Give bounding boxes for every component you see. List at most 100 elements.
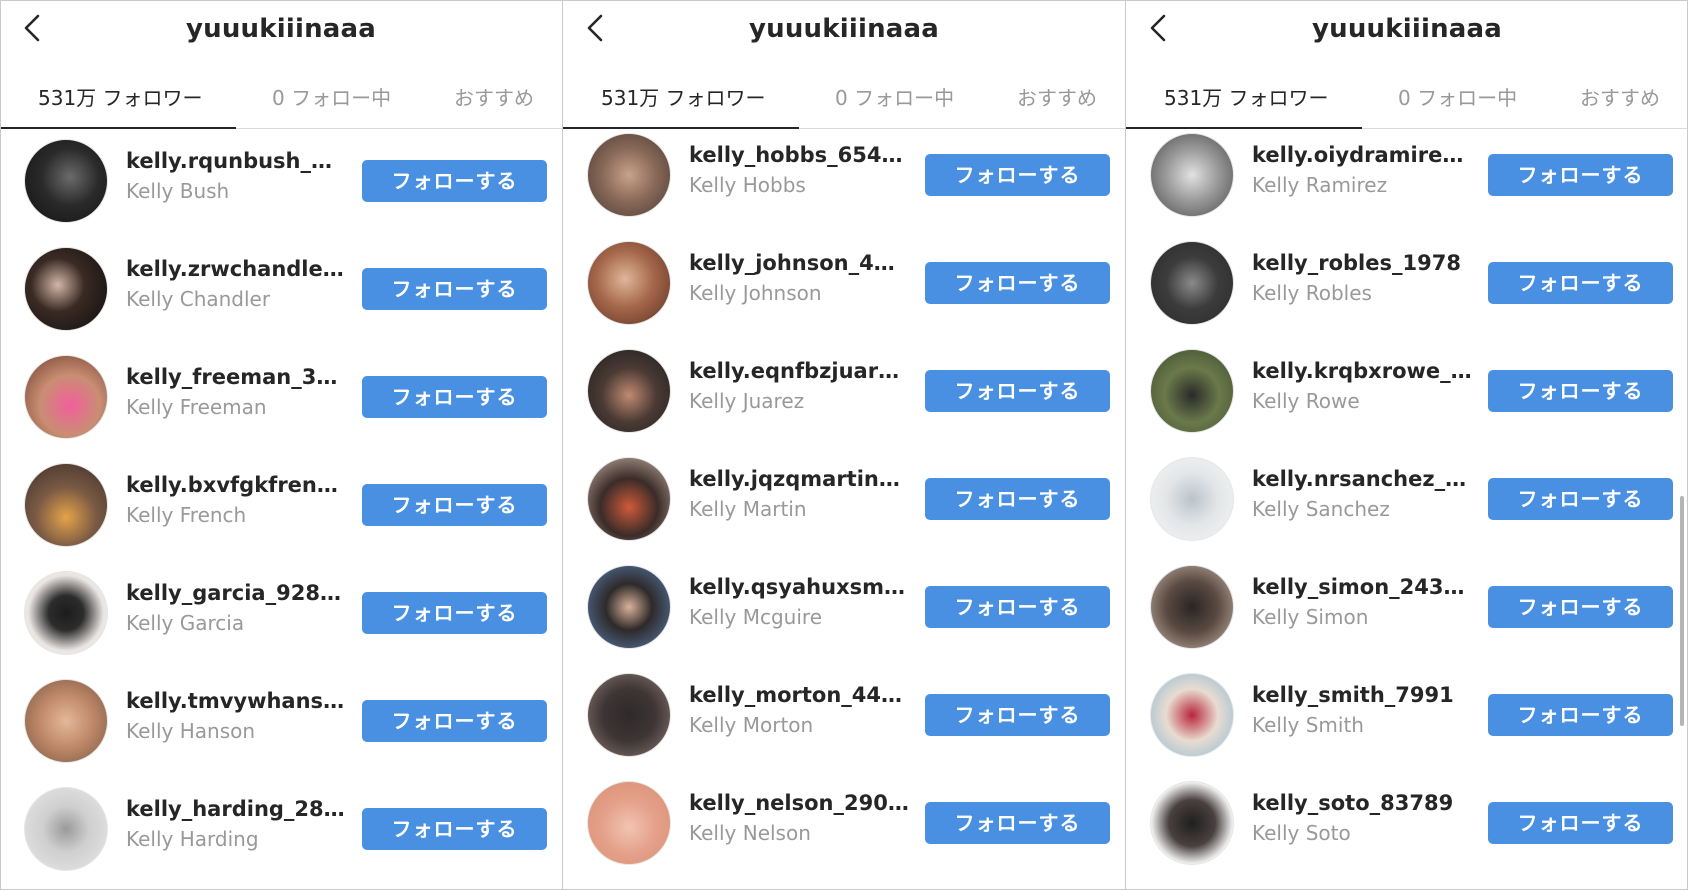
list-item[interactable]: kelly_garcia_92841 Kelly Garcia フォローする xyxy=(0,561,562,669)
follow-button[interactable]: フォローする xyxy=(925,694,1110,736)
follow-button[interactable]: フォローする xyxy=(1488,478,1673,520)
list-item[interactable]: kelly_morton_44594 Kelly Morton フォローする xyxy=(563,663,1125,771)
avatar[interactable] xyxy=(24,247,108,331)
follow-button[interactable]: フォローする xyxy=(1488,694,1673,736)
follow-button[interactable]: フォローする xyxy=(1488,802,1673,844)
full-name: Kelly Smith xyxy=(1252,713,1364,737)
avatar[interactable] xyxy=(587,673,671,757)
follow-button[interactable]: フォローする xyxy=(1488,370,1673,412)
avatar[interactable] xyxy=(24,679,108,763)
username[interactable]: kelly_robles_1978 xyxy=(1252,251,1472,275)
follow-button[interactable]: フォローする xyxy=(925,262,1110,304)
username[interactable]: kelly_hobbs_65419 xyxy=(689,143,909,167)
avatar[interactable] xyxy=(587,457,671,541)
avatar[interactable] xyxy=(587,133,671,217)
username[interactable]: kelly.qsyahuxsmc... xyxy=(689,575,909,599)
list-item[interactable]: kelly.oiydramirez_... Kelly Ramirez フォロー… xyxy=(1126,123,1688,231)
list-item[interactable]: kelly_harding_280... Kelly Harding フォローす… xyxy=(0,777,562,885)
username[interactable]: kelly.bxvfgkfrench... xyxy=(126,473,346,497)
username[interactable]: kelly.zrwchandler_... xyxy=(126,257,346,281)
tab-following[interactable]: 0 フォロー中 xyxy=(272,82,391,111)
list-item[interactable]: kelly.zrwchandler_... Kelly Chandler フォロ… xyxy=(0,237,562,345)
avatar[interactable] xyxy=(1150,133,1234,217)
avatar[interactable] xyxy=(24,463,108,547)
list-item[interactable]: kelly.nrsanchez_7... Kelly Sanchez フォローす… xyxy=(1126,447,1688,555)
full-name: Kelly French xyxy=(126,503,247,527)
tab-bar: 531万 フォロワー 0 フォロー中 おすすめ xyxy=(563,60,1125,129)
username[interactable]: kelly_harding_280... xyxy=(126,797,346,821)
follow-button[interactable]: フォローする xyxy=(362,160,547,202)
scrollbar[interactable] xyxy=(1680,496,1684,726)
username[interactable]: kelly.krqbxrowe_9... xyxy=(1252,359,1472,383)
avatar[interactable] xyxy=(1150,673,1234,757)
tab-suggested[interactable]: おすすめ xyxy=(1017,82,1097,111)
followers-panel-2: yuuukiiinaaa 531万 フォロワー 0 フォロー中 おすすめ kel… xyxy=(563,0,1125,890)
avatar[interactable] xyxy=(1150,781,1234,865)
list-item[interactable]: kelly.krqbxrowe_9... Kelly Rowe フォローする xyxy=(1126,339,1688,447)
tab-suggested[interactable]: おすすめ xyxy=(1580,82,1660,111)
avatar[interactable] xyxy=(1150,565,1234,649)
list-item[interactable]: kelly_simon_24320 Kelly Simon フォローする xyxy=(1126,555,1688,663)
avatar[interactable] xyxy=(1150,457,1234,541)
follow-button[interactable]: フォローする xyxy=(925,802,1110,844)
username[interactable]: kelly_johnson_436... xyxy=(689,251,909,275)
list-item[interactable]: kelly.qsyahuxsmc... Kelly Mcguire フォローする xyxy=(563,555,1125,663)
username[interactable]: kelly_morton_44594 xyxy=(689,683,909,707)
list-item[interactable]: kelly.eqnfbzjuarez... Kelly Juarez フォローす… xyxy=(563,339,1125,447)
list-item[interactable]: kelly_smith_7991 Kelly Smith フォローする xyxy=(1126,663,1688,771)
list-item[interactable]: kelly_nelson_29096 Kelly Nelson フォローする xyxy=(563,771,1125,879)
full-name: Kelly Juarez xyxy=(689,389,805,413)
avatar[interactable] xyxy=(587,349,671,433)
follow-button[interactable]: フォローする xyxy=(362,484,547,526)
username[interactable]: kelly.eqnfbzjuarez... xyxy=(689,359,909,383)
username[interactable]: kelly.oiydramirez_... xyxy=(1252,143,1472,167)
follow-button[interactable]: フォローする xyxy=(925,154,1110,196)
tab-followers[interactable]: 531万 フォロワー xyxy=(38,82,203,111)
follow-button[interactable]: フォローする xyxy=(925,370,1110,412)
list-item[interactable]: kelly_freeman_327... Kelly Freeman フォローす… xyxy=(0,345,562,453)
username[interactable]: kelly_nelson_29096 xyxy=(689,791,909,815)
list-item[interactable]: kelly.bxvfgkfrench... Kelly French フォローす… xyxy=(0,453,562,561)
avatar[interactable] xyxy=(1150,241,1234,325)
list-item[interactable]: kelly.jqzqmartin_1... Kelly Martin フォローす… xyxy=(563,447,1125,555)
username[interactable]: kelly_soto_83789 xyxy=(1252,791,1472,815)
tab-followers[interactable]: 531万 フォロワー xyxy=(1164,82,1329,111)
full-name: Kelly Johnson xyxy=(689,281,822,305)
follow-button[interactable]: フォローする xyxy=(1488,262,1673,304)
avatar[interactable] xyxy=(587,241,671,325)
follow-button[interactable]: フォローする xyxy=(925,478,1110,520)
follow-button[interactable]: フォローする xyxy=(1488,154,1673,196)
username[interactable]: kelly_freeman_327... xyxy=(126,365,346,389)
username[interactable]: kelly_simon_24320 xyxy=(1252,575,1472,599)
list-item[interactable]: kelly.tmvywhanso... Kelly Hanson フォローする xyxy=(0,669,562,777)
follow-button[interactable]: フォローする xyxy=(1488,586,1673,628)
username[interactable]: kelly.rqunbush_1999 xyxy=(126,149,346,173)
list-item[interactable]: kelly.rqunbush_1999 Kelly Bush フォローする xyxy=(0,129,562,237)
tab-suggested[interactable]: おすすめ xyxy=(454,82,534,111)
avatar[interactable] xyxy=(24,787,108,871)
tab-followers[interactable]: 531万 フォロワー xyxy=(601,82,766,111)
follow-button[interactable]: フォローする xyxy=(362,592,547,634)
list-item[interactable]: kelly_johnson_436... Kelly Johnson フォローす… xyxy=(563,231,1125,339)
list-item[interactable]: kelly_hobbs_65419 Kelly Hobbs フォローする xyxy=(563,123,1125,231)
follow-button[interactable]: フォローする xyxy=(362,268,547,310)
list-item[interactable]: kelly_robles_1978 Kelly Robles フォローする xyxy=(1126,231,1688,339)
follow-button[interactable]: フォローする xyxy=(362,808,547,850)
username[interactable]: kelly.jqzqmartin_1... xyxy=(689,467,909,491)
avatar[interactable] xyxy=(24,355,108,439)
username[interactable]: kelly.nrsanchez_7... xyxy=(1252,467,1472,491)
avatar[interactable] xyxy=(587,565,671,649)
username[interactable]: kelly.tmvywhanso... xyxy=(126,689,346,713)
avatar[interactable] xyxy=(1150,349,1234,433)
avatar[interactable] xyxy=(587,781,671,865)
follow-button[interactable]: フォローする xyxy=(925,586,1110,628)
tab-following[interactable]: 0 フォロー中 xyxy=(835,82,954,111)
avatar[interactable] xyxy=(24,139,108,223)
username[interactable]: kelly_smith_7991 xyxy=(1252,683,1472,707)
list-item[interactable]: kelly_soto_83789 Kelly Soto フォローする xyxy=(1126,771,1688,879)
avatar[interactable] xyxy=(24,571,108,655)
follow-button[interactable]: フォローする xyxy=(362,700,547,742)
username[interactable]: kelly_garcia_92841 xyxy=(126,581,346,605)
tab-following[interactable]: 0 フォロー中 xyxy=(1398,82,1517,111)
follow-button[interactable]: フォローする xyxy=(362,376,547,418)
